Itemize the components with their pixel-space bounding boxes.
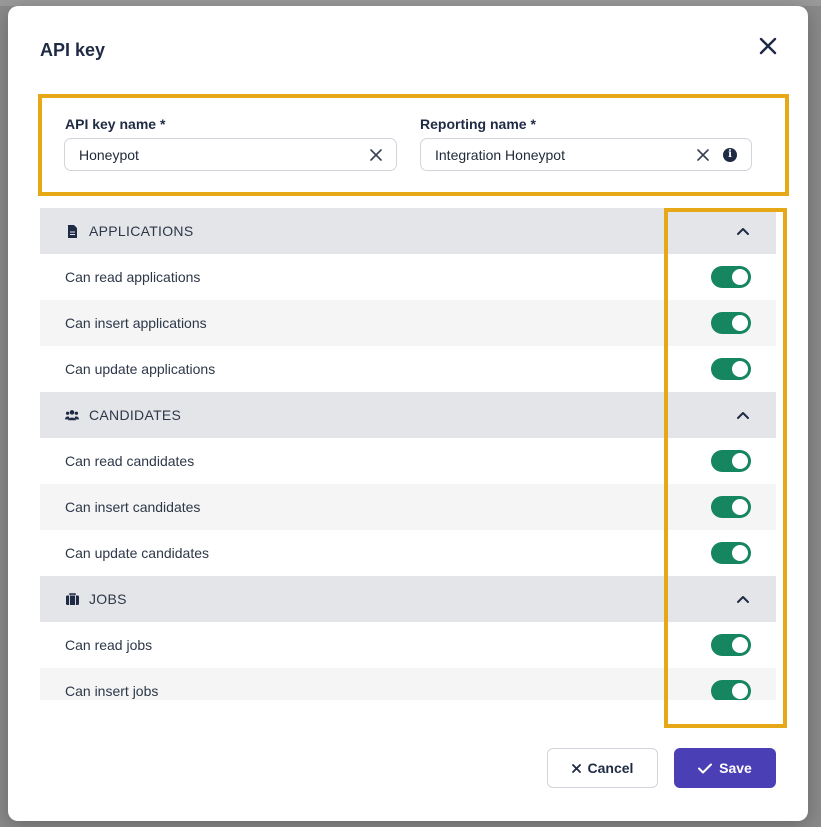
section-title: APPLICATIONS	[89, 223, 194, 239]
close-icon	[571, 763, 581, 773]
users-icon	[65, 408, 79, 422]
reporting-name-field[interactable]: i	[420, 138, 752, 171]
briefcase-icon	[65, 592, 79, 606]
clear-api-key-name-button[interactable]	[366, 145, 386, 165]
clear-icon	[370, 148, 382, 161]
permission-label: Can update candidates	[65, 545, 209, 561]
api-key-modal: API key API key name * Reporting name * …	[8, 6, 808, 821]
permission-label: Can read candidates	[65, 453, 195, 469]
info-icon[interactable]: i	[723, 147, 737, 162]
cancel-label: Cancel	[587, 760, 634, 776]
reporting-name-label: Reporting name *	[420, 116, 536, 132]
check-icon	[698, 763, 713, 774]
save-label: Save	[719, 760, 752, 776]
modal-title: API key	[40, 40, 106, 60]
permission-label: Can update applications	[65, 361, 216, 377]
section-title: CANDIDATES	[89, 407, 182, 423]
cancel-button[interactable]: Cancel	[547, 748, 658, 788]
clear-icon	[697, 148, 709, 161]
permission-label: Can insert jobs	[65, 683, 159, 699]
permission-label: Can read jobs	[65, 637, 153, 653]
permission-label: Can insert candidates	[65, 499, 201, 515]
toggles-highlight	[664, 208, 787, 728]
permission-label: Can read applications	[65, 269, 201, 285]
close-icon	[759, 37, 777, 55]
document-icon	[65, 224, 79, 238]
permission-label: Can insert applications	[65, 315, 207, 331]
section-title: JOBS	[89, 591, 127, 607]
save-button[interactable]: Save	[674, 748, 776, 788]
api-key-name-input[interactable]	[79, 146, 366, 163]
close-button[interactable]	[756, 34, 780, 58]
reporting-name-input[interactable]	[435, 146, 693, 163]
clear-reporting-name-button[interactable]	[693, 145, 713, 165]
api-key-name-field[interactable]	[64, 138, 397, 171]
api-key-name-label: API key name *	[65, 116, 166, 132]
